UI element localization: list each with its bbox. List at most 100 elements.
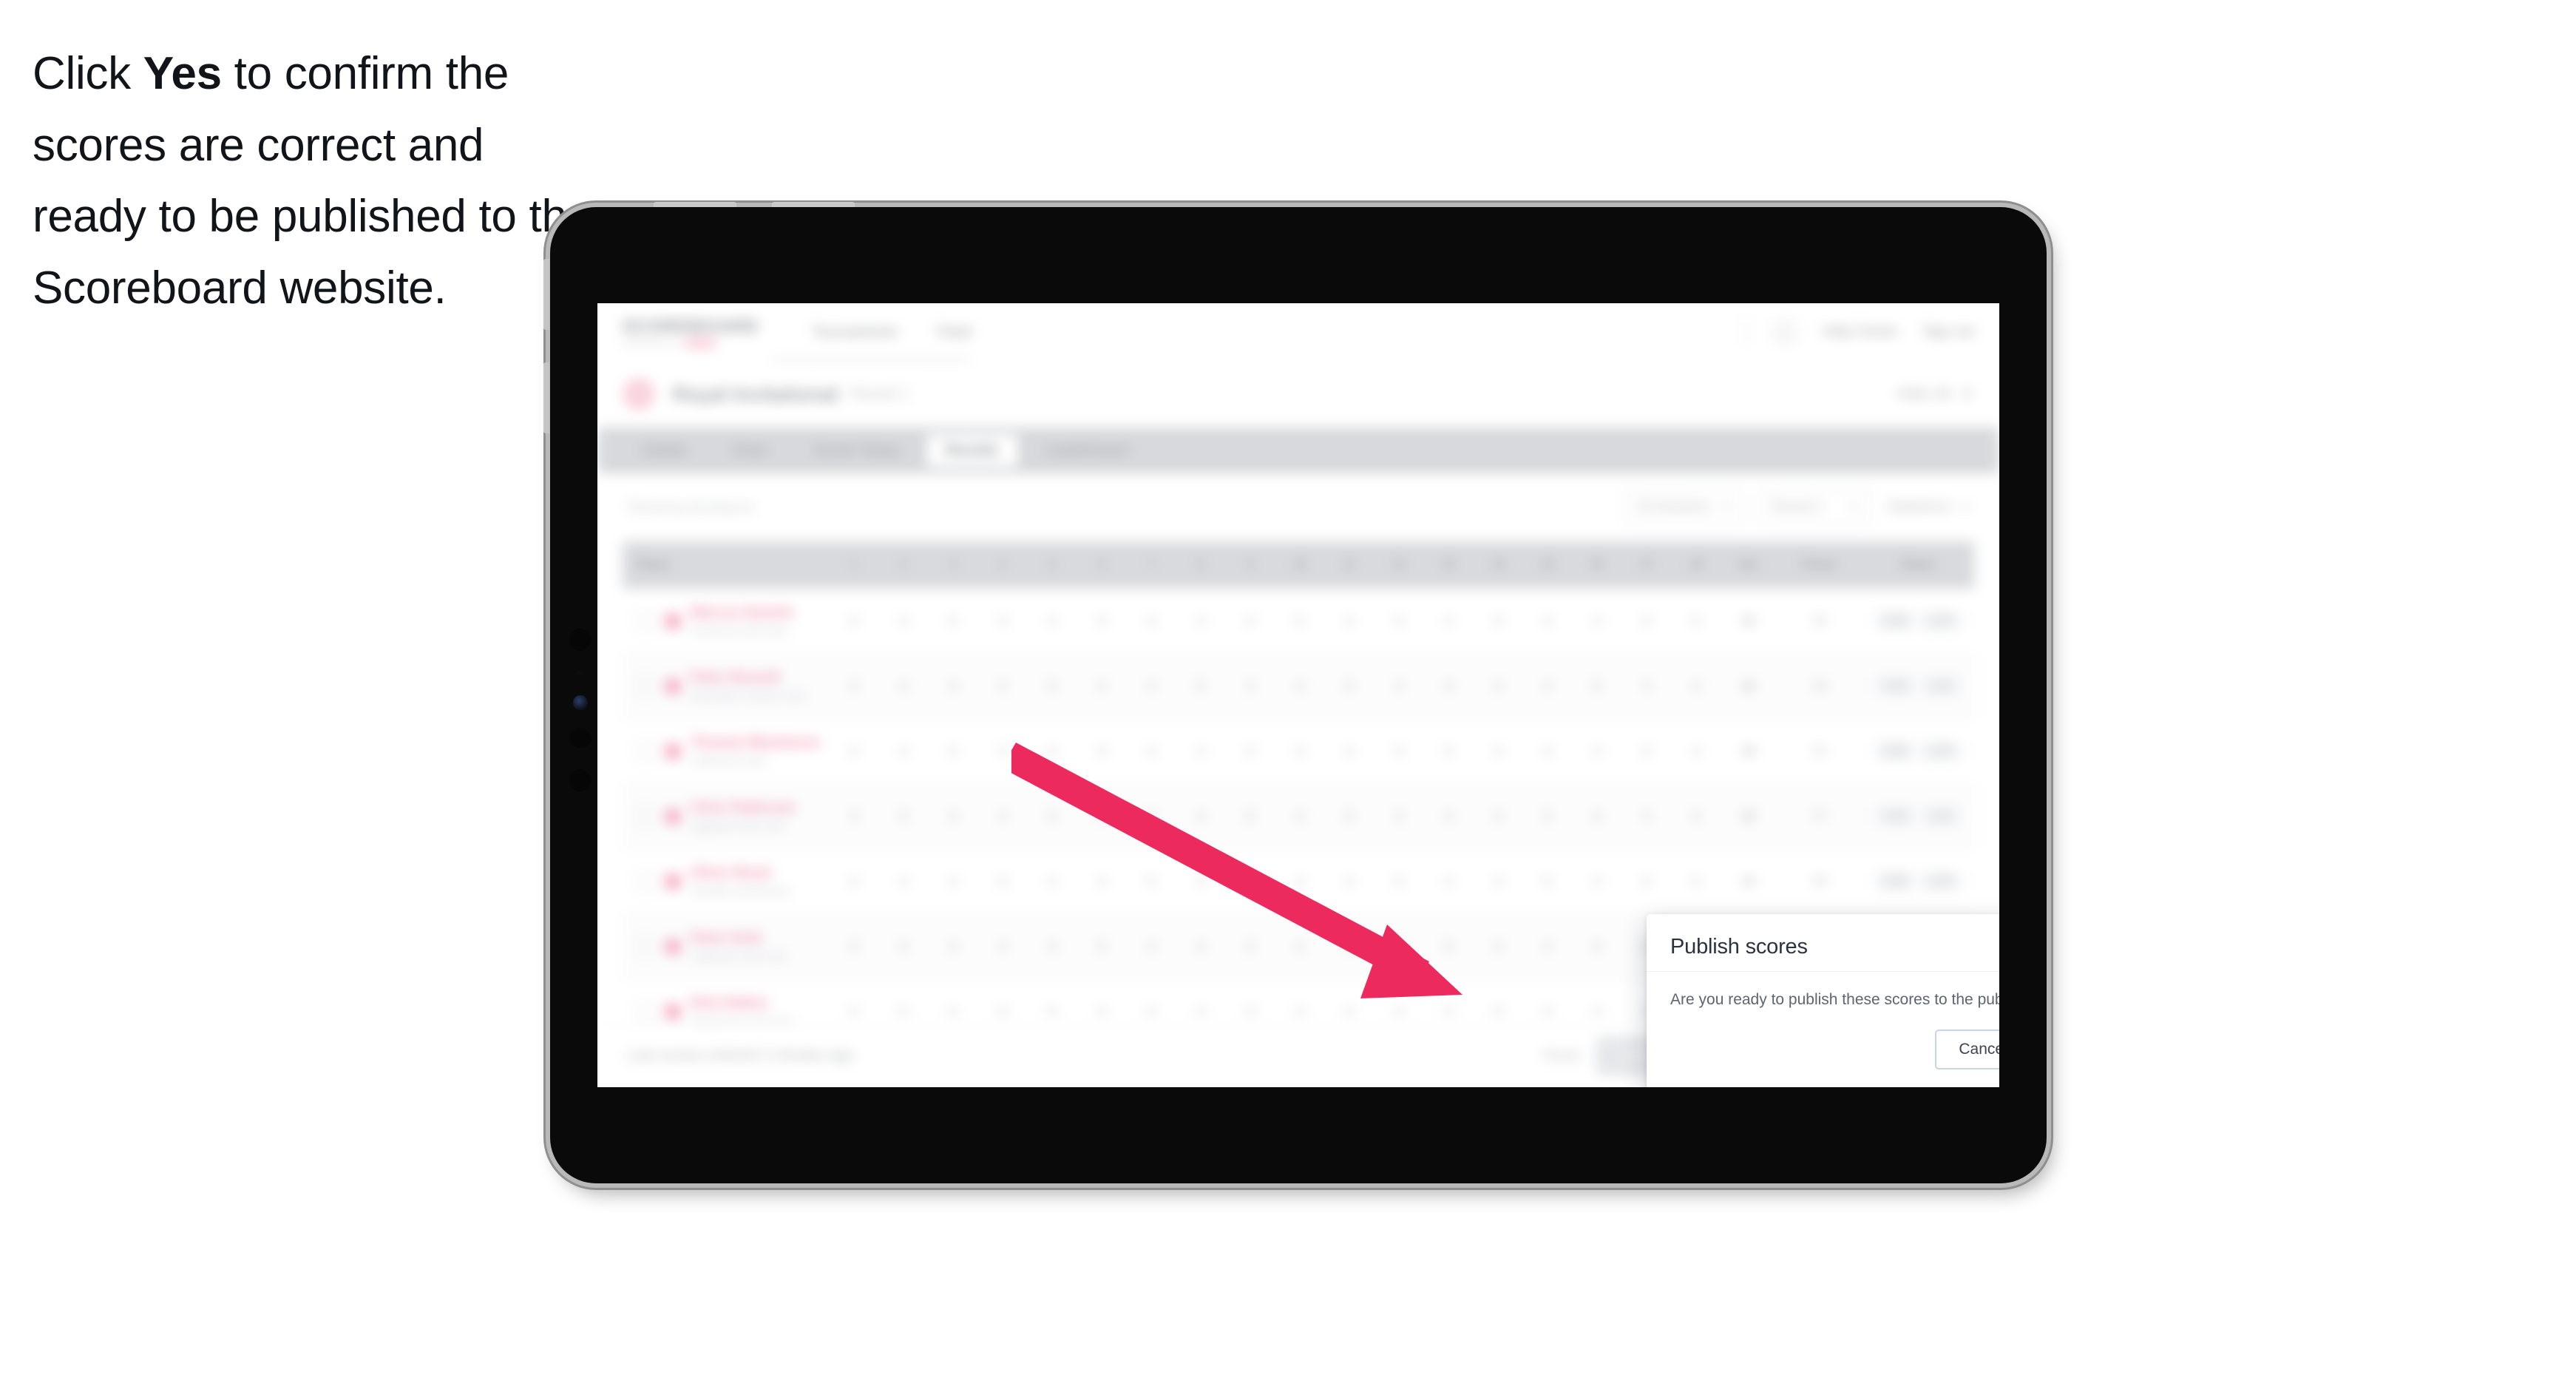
hole-score-cell[interactable]: 4 <box>1622 849 1672 913</box>
hole-score-cell[interactable]: 4 <box>929 914 978 978</box>
hole-score-cell[interactable]: 3 <box>1573 914 1622 978</box>
hole-score-cell[interactable]: 4 <box>830 589 879 653</box>
tab-results[interactable]: Results <box>926 433 1018 467</box>
hole-score-cell[interactable]: 4 <box>1077 849 1127 913</box>
hole-score-cell[interactable]: 4 <box>1474 654 1523 718</box>
hole-score-cell[interactable]: 5 <box>1523 784 1573 848</box>
hole-score-cell[interactable]: 4 <box>1028 849 1077 913</box>
hole-score-cell[interactable]: 4 <box>1127 654 1176 718</box>
reset-link[interactable]: Reset <box>1544 1048 1581 1064</box>
hole-score-cell[interactable]: 5 <box>1672 589 1721 653</box>
hole-score-cell[interactable]: 4 <box>1424 849 1474 913</box>
hole-score-cell[interactable]: 4 <box>1176 784 1226 848</box>
hole-score-cell[interactable]: 3 <box>1375 784 1424 848</box>
hole-score-cell[interactable]: 4 <box>1622 654 1672 718</box>
table-row[interactable]: Oliver Brant Seaside Golf Resort 4 4 3 5 4 4 5 3 6… <box>623 849 1974 914</box>
division-select[interactable]: All divisions <box>1625 490 1743 525</box>
hole-score-cell[interactable]: 4 <box>1375 654 1424 718</box>
row-checkbox[interactable] <box>636 676 655 696</box>
row-checkbox[interactable] <box>636 806 655 826</box>
hole-score-cell[interactable]: 5 <box>1028 654 1077 718</box>
tab-details[interactable]: Details <box>623 434 706 467</box>
hole-score-cell[interactable]: 4 <box>1672 719 1721 783</box>
hole-score-cell[interactable]: 3 <box>1127 784 1176 848</box>
row-checkbox[interactable] <box>636 611 655 631</box>
nav-item-tournaments[interactable]: Tournaments <box>812 324 898 341</box>
hole-score-cell[interactable]: 6 <box>1226 784 1275 848</box>
hole-score-cell[interactable]: 5 <box>1325 654 1375 718</box>
hole-score-cell[interactable]: 5 <box>1325 784 1375 848</box>
hole-score-cell[interactable]: 5 <box>1127 849 1176 913</box>
hole-score-cell[interactable]: 4 <box>978 784 1028 848</box>
hole-score-cell[interactable]: 5 <box>1077 914 1127 978</box>
hole-score-cell[interactable]: 4 <box>1226 589 1275 653</box>
scoring-mode-toggle[interactable]: Stableford <box>1886 499 1970 515</box>
hole-score-cell[interactable]: 3 <box>1375 589 1424 653</box>
hole-score-cell[interactable]: 4 <box>1176 719 1226 783</box>
hole-score-cell[interactable]: 3 <box>879 589 929 653</box>
hole-score-cell[interactable]: 4 <box>929 784 978 848</box>
hole-score-cell[interactable]: 5 <box>978 849 1028 913</box>
hole-score-cell[interactable]: 3 <box>1424 654 1474 718</box>
event-hole-indicator[interactable]: Hole 18 <box>1897 385 1973 403</box>
hole-score-cell[interactable]: 3 <box>1275 719 1325 783</box>
hole-score-cell[interactable]: 4 <box>1275 784 1325 848</box>
hole-score-cell[interactable]: 4 <box>1474 914 1523 978</box>
hole-score-cell[interactable]: 4 <box>1028 589 1077 653</box>
hole-score-cell[interactable]: 5 <box>1375 849 1424 913</box>
hole-score-cell[interactable]: 3 <box>1523 719 1573 783</box>
hole-score-cell[interactable]: 5 <box>1275 589 1325 653</box>
hole-score-cell[interactable]: 4 <box>1424 589 1474 653</box>
power-button[interactable] <box>654 202 736 207</box>
volume-down-button[interactable] <box>543 362 549 433</box>
hole-score-cell[interactable]: 5 <box>1226 914 1275 978</box>
hole-score-cell[interactable]: 5 <box>1176 654 1226 718</box>
hole-score-cell[interactable]: 4 <box>1424 784 1474 848</box>
hole-score-cell[interactable]: 3 <box>879 914 929 978</box>
hole-score-cell[interactable]: 5 <box>1622 719 1672 783</box>
hole-score-cell[interactable]: 4 <box>1028 914 1077 978</box>
hole-score-cell[interactable]: 4 <box>1077 784 1127 848</box>
hole-score-cell[interactable]: 4 <box>1127 914 1176 978</box>
hole-score-cell[interactable]: 4 <box>1672 654 1721 718</box>
hole-score-cell[interactable]: 4 <box>929 654 978 718</box>
hole-score-cell[interactable]: 5 <box>830 914 879 978</box>
hole-score-cell[interactable]: 4 <box>1275 849 1325 913</box>
hole-score-cell[interactable]: 5 <box>879 784 929 848</box>
hole-score-cell[interactable]: 4 <box>1375 719 1424 783</box>
nav-item-feed[interactable]: Feed <box>938 324 972 341</box>
tab-leaderboard[interactable]: Leaderboard <box>1026 434 1148 467</box>
volume-button-top[interactable] <box>772 202 855 207</box>
table-row[interactable]: Peter Russell Riverside Country Club 5 4 4 3 5… <box>623 654 1974 719</box>
table-row[interactable]: Chris Patterson Highland Park Golf 3 5 4 4 5 4 3… <box>623 784 1974 849</box>
hole-score-cell[interactable]: 4 <box>1077 654 1127 718</box>
hole-score-cell[interactable]: 5 <box>1424 719 1474 783</box>
row-checkbox[interactable] <box>636 1001 655 1021</box>
hole-score-cell[interactable]: 4 <box>1375 914 1424 978</box>
hole-score-cell[interactable]: 4 <box>879 654 929 718</box>
hole-score-cell[interactable]: 4 <box>879 719 929 783</box>
hole-score-cell[interactable]: 4 <box>978 914 1028 978</box>
hole-score-cell[interactable]: 3 <box>1127 589 1176 653</box>
hole-score-cell[interactable]: 4 <box>1523 589 1573 653</box>
hole-score-cell[interactable]: 3 <box>1176 849 1226 913</box>
hole-score-cell[interactable]: 5 <box>1523 849 1573 913</box>
hole-score-cell[interactable]: 4 <box>830 849 879 913</box>
hole-score-cell[interactable]: 5 <box>1077 719 1127 783</box>
user-avatar-icon[interactable] <box>1772 320 1797 345</box>
sign-out-link[interactable]: Sign out <box>1922 324 1974 340</box>
hole-score-cell[interactable]: 5 <box>1028 784 1077 848</box>
hole-score-cell[interactable]: 3 <box>1325 914 1375 978</box>
table-row[interactable]: Thomas Blackmore Oakwood Links 4 4 5 4 3 5 4 4 5 3 4… <box>623 719 1974 784</box>
hole-score-cell[interactable]: 3 <box>978 654 1028 718</box>
hole-score-cell[interactable]: 3 <box>1672 784 1721 848</box>
hole-score-cell[interactable]: 5 <box>1672 849 1721 913</box>
hole-score-cell[interactable]: 4 <box>1275 654 1325 718</box>
hole-score-cell[interactable]: 4 <box>1523 654 1573 718</box>
cancel-button[interactable]: Cancel <box>1935 1030 1999 1069</box>
help-centre-link[interactable]: Help Centre <box>1823 324 1897 340</box>
brand-logo[interactable]: SCOREBOARD POWERED BY <box>623 317 759 348</box>
hole-score-cell[interactable]: 4 <box>1573 784 1622 848</box>
hole-score-cell[interactable]: 4 <box>1573 849 1622 913</box>
hole-score-cell[interactable]: 5 <box>830 654 879 718</box>
